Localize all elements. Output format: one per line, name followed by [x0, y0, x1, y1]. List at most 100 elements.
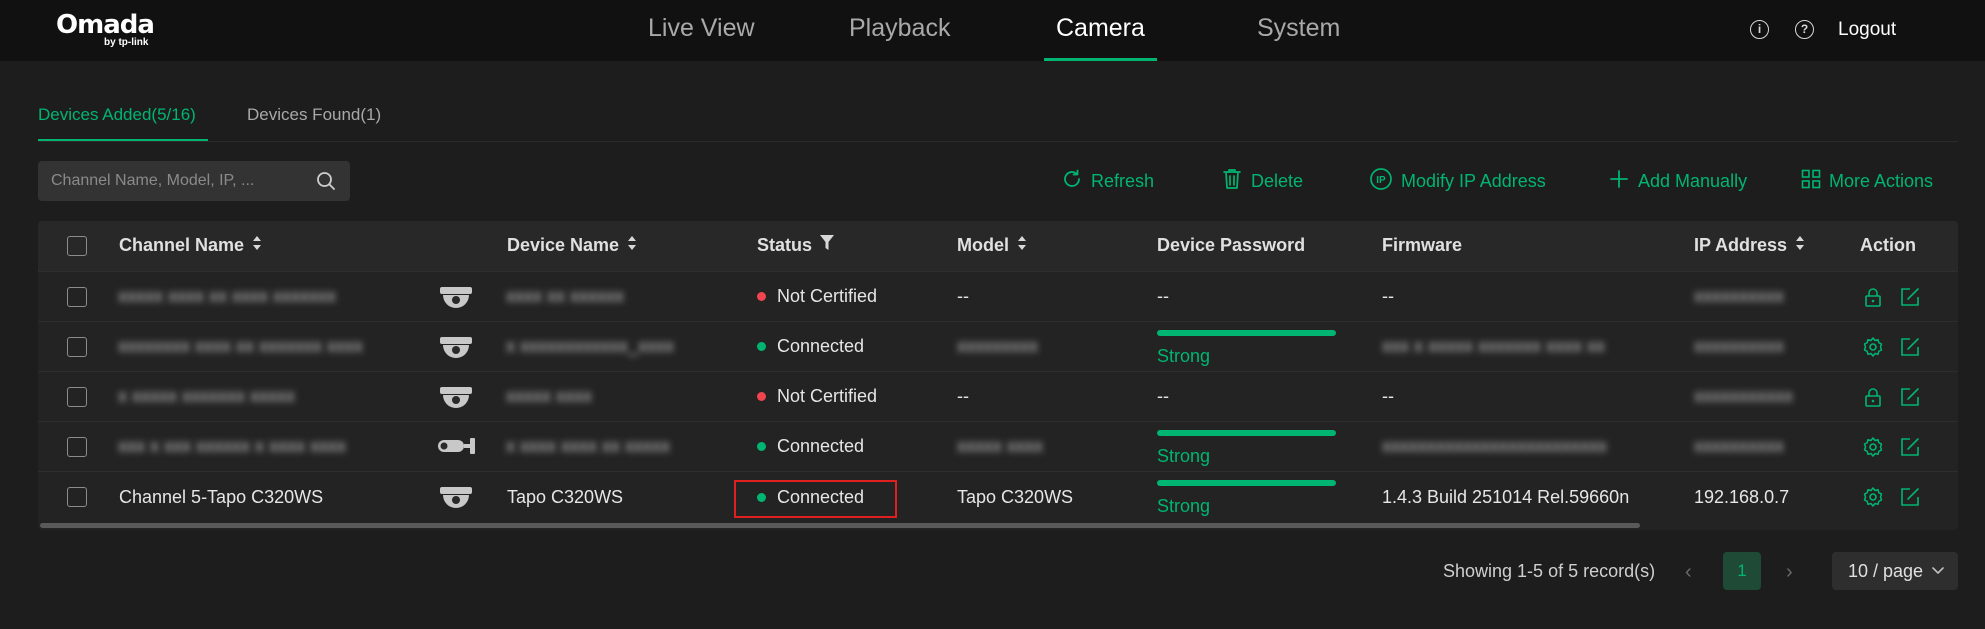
status-text: Connected — [777, 436, 865, 456]
status-dot — [757, 341, 766, 351]
device-name-cell: x xxxxxxxxxxxx_xxxx — [506, 336, 675, 356]
tab-devices-found[interactable]: Devices Found(1) — [247, 105, 381, 141]
row-checkbox[interactable] — [67, 387, 87, 407]
column-label: Firmware — [1382, 235, 1463, 255]
delete-label: Delete — [1251, 170, 1304, 191]
password-strength-bar — [1157, 430, 1336, 436]
firmware-cell: xxxxxxxxxxxxxxxxxxxxxxxxx — [1382, 436, 1607, 456]
row-checkbox[interactable] — [67, 487, 87, 507]
page-size-select[interactable]: 10 / page — [1832, 552, 1958, 590]
sort-icon[interactable] — [1017, 235, 1027, 256]
device-name-cell: Tapo C320WS — [507, 487, 624, 507]
top-navigation-bar: Omada by tp-link Live View Playback Came… — [0, 0, 1985, 61]
omada-logo: Omada by tp-link — [56, 10, 155, 48]
more-actions-label: More Actions — [1829, 170, 1934, 191]
channel-name-cell: xxxxx xxxx xx xxxx xxxxxxx — [118, 286, 337, 306]
active-subtab-indicator — [38, 139, 208, 141]
delete-button[interactable]: Delete — [1221, 168, 1303, 194]
edit-icon[interactable] — [1899, 486, 1921, 508]
edit-icon[interactable] — [1899, 336, 1921, 358]
ip-address-cell: xxxxxxxxxxx — [1694, 386, 1793, 406]
search-box — [38, 161, 350, 201]
tab-camera[interactable]: Camera — [1044, 14, 1157, 61]
password-strength-bar — [1157, 330, 1336, 336]
column-channel-name[interactable]: Channel Name — [119, 235, 262, 256]
refresh-icon — [1061, 168, 1083, 195]
ip-icon: IP — [1369, 167, 1393, 196]
column-label: Device Password — [1157, 235, 1306, 255]
column-label: Model — [957, 235, 1009, 255]
row-checkbox[interactable] — [67, 337, 87, 357]
logout-button[interactable]: Logout — [1838, 19, 1896, 41]
help-icon[interactable]: ? — [1795, 20, 1814, 39]
ip-address-cell: 192.168.0.7 — [1694, 487, 1790, 507]
status-text: Not Certified — [777, 386, 878, 406]
row-checkbox[interactable] — [67, 287, 87, 307]
column-model[interactable]: Model — [957, 235, 1027, 256]
sort-icon[interactable] — [252, 235, 262, 256]
status-dot — [757, 391, 766, 401]
filter-icon[interactable] — [820, 235, 835, 256]
row-checkbox[interactable] — [67, 437, 87, 457]
sort-icon[interactable] — [627, 235, 637, 256]
edit-icon[interactable] — [1899, 286, 1921, 308]
model-cell: xxxxxxxxx — [957, 336, 1038, 356]
status-dot — [757, 291, 766, 301]
device-name-cell: xxxxx xxxx — [506, 386, 593, 406]
column-firmware: Firmware — [1382, 235, 1462, 256]
dome-camera-icon — [440, 335, 472, 364]
sort-icon[interactable] — [1795, 235, 1805, 256]
column-ip-address[interactable]: IP Address — [1694, 235, 1805, 256]
info-icon[interactable]: i — [1750, 20, 1769, 39]
trash-icon — [1221, 167, 1243, 196]
tab-playback[interactable]: Playback — [849, 14, 950, 61]
svg-text:IP: IP — [1376, 175, 1386, 186]
bullet-camera-icon — [436, 435, 478, 464]
ip-address-cell: xxxxxxxxxx — [1694, 286, 1784, 306]
gear-icon[interactable] — [1862, 486, 1884, 508]
add-manually-button[interactable]: Add Manually — [1608, 168, 1747, 194]
devices-table: Channel Name Device Name Status Model De… — [38, 221, 1958, 530]
logo-text: Omada — [56, 10, 155, 40]
lock-icon[interactable] — [1862, 286, 1884, 308]
column-label: Action — [1860, 235, 1916, 255]
lock-icon[interactable] — [1862, 386, 1884, 408]
refresh-button[interactable]: Refresh — [1061, 168, 1154, 194]
column-label: Channel Name — [119, 235, 245, 255]
password-strength-text: Strong — [1157, 446, 1211, 466]
tab-devices-added[interactable]: Devices Added(5/16) — [38, 105, 196, 141]
tab-live-view[interactable]: Live View — [648, 14, 755, 61]
status-text: Not Certified — [777, 286, 878, 306]
column-device-name[interactable]: Device Name — [507, 235, 637, 256]
tab-system[interactable]: System — [1257, 14, 1340, 61]
password-strength-text: Strong — [1157, 496, 1211, 516]
column-status[interactable]: Status — [757, 235, 835, 256]
modify-ip-label: Modify IP Address — [1401, 170, 1546, 191]
model-cell: Tapo C320WS — [957, 487, 1074, 507]
search-icon[interactable] — [316, 171, 336, 196]
firmware-cell: -- — [1382, 386, 1394, 406]
status-dot — [757, 441, 766, 451]
status-cell: Not Certified — [757, 286, 877, 307]
gear-icon[interactable] — [1862, 336, 1884, 358]
status-text: Connected — [777, 336, 865, 356]
search-input[interactable] — [51, 161, 311, 201]
more-actions-button[interactable]: More Actions — [1801, 168, 1933, 194]
gear-icon[interactable] — [1862, 436, 1884, 458]
modify-ip-address-button[interactable]: IP Modify IP Address — [1369, 167, 1546, 196]
select-all-checkbox[interactable] — [67, 236, 87, 256]
channel-name-cell: xxx x xxx xxxxxx x xxxx xxxx — [118, 436, 347, 456]
column-label: Device Name — [507, 235, 620, 255]
status-cell: Connected — [757, 436, 864, 457]
horizontal-scrollbar[interactable] — [40, 523, 1640, 528]
password-cell: -- — [1157, 386, 1169, 406]
previous-page-icon[interactable]: ‹ — [1685, 561, 1692, 584]
current-page-button[interactable]: 1 — [1723, 552, 1761, 590]
column-label: IP Address — [1694, 235, 1788, 255]
edit-icon[interactable] — [1899, 436, 1921, 458]
next-page-icon[interactable]: › — [1786, 561, 1793, 584]
channel-name-cell: x xxxxx xxxxxxx xxxxx — [118, 386, 296, 406]
firmware-cell: 1.4.3 Build 251014 Rel.59660n — [1382, 487, 1630, 507]
dome-camera-icon — [440, 285, 472, 314]
edit-icon[interactable] — [1899, 386, 1921, 408]
